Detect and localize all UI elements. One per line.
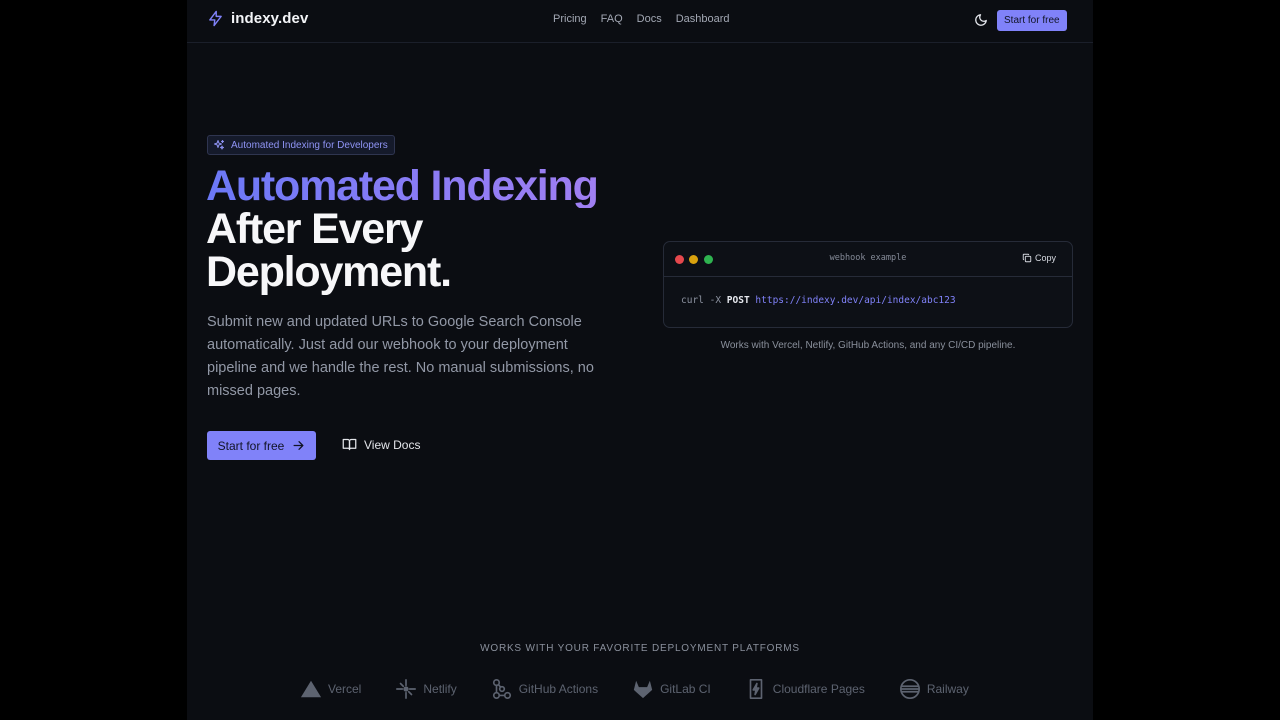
top-navbar: indexy.dev Pricing FAQ Docs Dashboard St… [187, 0, 1093, 43]
railway-icon [899, 679, 920, 699]
view-docs-button[interactable]: View Docs [342, 437, 420, 452]
nav-link-docs[interactable]: Docs [637, 13, 662, 25]
platform-label: Netlify [423, 682, 457, 696]
copy-label: Copy [1034, 253, 1056, 263]
nav-links: Pricing FAQ Docs Dashboard [553, 13, 730, 25]
platform-vercel: Vercel [300, 678, 361, 700]
hero-start-free-button[interactable]: Start for free [207, 431, 316, 460]
arrow-right-icon [293, 441, 304, 450]
hero-start-free-label: Start for free [217, 438, 285, 453]
platform-logos: Vercel Netlify GitHub Actions GitLab CI [300, 678, 969, 700]
platform-label: Vercel [328, 682, 362, 696]
terminal-title: webhook example [829, 253, 907, 263]
cloudflare-icon [749, 679, 763, 699]
platform-railway: Railway [899, 678, 969, 700]
copy-icon [1022, 253, 1032, 263]
lightning-icon [209, 10, 222, 27]
code-url: https://indexy.dev/api/index/abc123 [755, 295, 956, 306]
platform-label: Railway [926, 682, 969, 696]
terminal-caption: Works with Vercel, Netlify, GitHub Actio… [720, 340, 1016, 351]
platform-cloudflare: Cloudflare Pages [745, 678, 865, 700]
platform-label: GitHub Actions [518, 682, 599, 696]
hero-badge: Automated Indexing for Developers [207, 135, 395, 155]
terminal-code: curl -X POST https://indexy.dev/api/inde… [664, 277, 1072, 306]
code-method: POST [726, 295, 750, 306]
headline-gradient-line: Automated Indexing [206, 162, 599, 210]
webhook-example-card: webhook example Copy curl -X POST https:… [663, 241, 1073, 328]
nav-link-dashboard[interactable]: Dashboard [676, 13, 730, 25]
headline-line-3: Deployment. [206, 248, 452, 296]
terminal-titlebar: webhook example Copy [664, 242, 1072, 277]
badge-label: Automated Indexing for Developers [231, 139, 388, 151]
vercel-icon [300, 680, 322, 698]
nav-link-faq[interactable]: FAQ [601, 13, 623, 25]
platform-label: GitLab CI [660, 682, 711, 696]
platform-netlify: Netlify [395, 678, 457, 700]
landing-page: indexy.dev Pricing FAQ Docs Dashboard St… [187, 0, 1093, 720]
github-actions-icon [492, 679, 511, 699]
book-open-icon [342, 438, 357, 451]
nav-start-free-button[interactable]: Start for free [997, 10, 1067, 31]
brand-logo-link[interactable]: indexy.dev [207, 10, 308, 27]
theme-toggle-button[interactable] [974, 13, 988, 27]
platform-github-actions: GitHub Actions [491, 678, 598, 700]
netlify-icon [396, 679, 417, 699]
sparkles-icon [214, 140, 224, 150]
platform-label: Cloudflare Pages [772, 682, 865, 696]
platform-gitlab: GitLab CI [632, 678, 711, 700]
headline-line-2: After Every [206, 205, 423, 253]
nav-link-pricing[interactable]: Pricing [553, 13, 587, 25]
brand-name: indexy.dev [231, 10, 309, 27]
copy-button[interactable]: Copy [1022, 253, 1056, 263]
view-docs-label: View Docs [364, 437, 421, 452]
code-command: curl -X [681, 295, 722, 306]
gitlab-icon [633, 680, 653, 699]
moon-icon [975, 14, 987, 26]
platforms-heading: WORKS WITH YOUR FAVORITE DEPLOYMENT PLAT… [480, 643, 800, 654]
hero-subtitle: Submit new and updated URLs to Google Se… [207, 314, 594, 399]
hero-headline: Automated Indexing After Every Deploymen… [206, 162, 599, 296]
